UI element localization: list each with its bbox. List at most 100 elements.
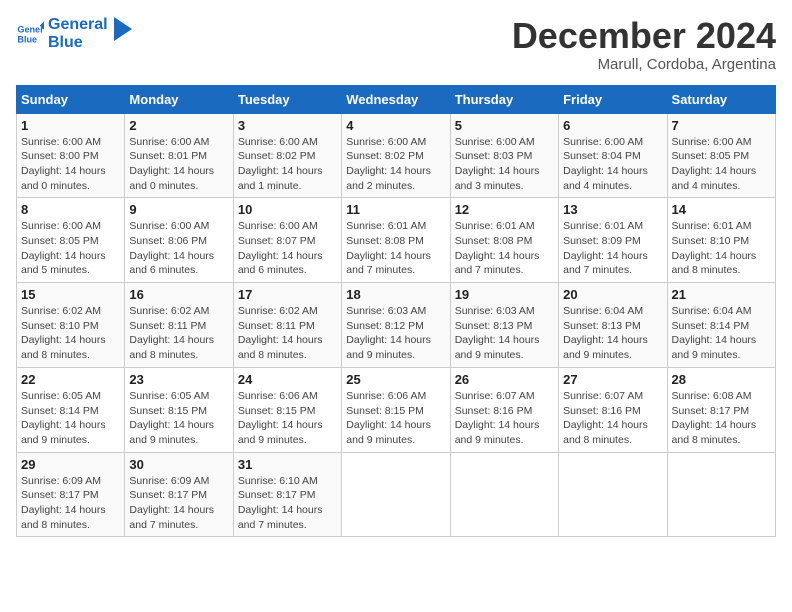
calendar-cell: 31 Sunrise: 6:10 AMSunset: 8:17 PMDayligh… [233,452,341,537]
day-info: Sunrise: 6:05 AMSunset: 8:15 PMDaylight:… [129,389,228,448]
day-number: 3 [238,118,337,133]
calendar-cell: 30 Sunrise: 6:09 AMSunset: 8:17 PMDayligh… [125,452,233,537]
calendar-cell: 26Sunrise: 6:07 AMSunset: 8:16 PMDayligh… [450,367,558,452]
day-info: Sunrise: 6:04 AMSunset: 8:14 PMDaylight:… [672,304,771,363]
day-number: 30 [129,457,228,472]
col-header-sunday: Sunday [17,85,125,113]
day-number: 2 [129,118,228,133]
day-number: 23 [129,372,228,387]
day-info: Sunrise: 6:08 AMSunset: 8:17 PMDaylight:… [672,389,771,448]
day-info: Sunrise: 6:01 AMSunset: 8:08 PMDaylight:… [346,219,445,278]
calendar-cell [667,452,775,537]
day-info: Sunrise: 6:09 AMSunset: 8:17 PMDaylight:… [21,474,120,533]
day-number: 16 [129,287,228,302]
day-info: Sunrise: 6:01 AMSunset: 8:08 PMDaylight:… [455,219,554,278]
day-number: 8 [21,202,120,217]
calendar-cell: 22 Sunrise: 6:05 AMSunset: 8:14 PMDayligh… [17,367,125,452]
day-number: 20 [563,287,662,302]
day-number: 12 [455,202,554,217]
day-info: Sunrise: 6:09 AMSunset: 8:17 PMDaylight:… [129,474,228,533]
col-header-wednesday: Wednesday [342,85,450,113]
calendar-cell: 5 Sunrise: 6:00 AMSunset: 8:03 PMDaylight… [450,113,558,198]
logo-text-1: General [48,16,108,34]
day-info: Sunrise: 6:00 AMSunset: 8:03 PMDaylight:… [455,135,554,194]
calendar-cell [342,452,450,537]
calendar-cell: 24 Sunrise: 6:06 AMSunset: 8:15 PMDayligh… [233,367,341,452]
logo-arrow-icon [114,17,132,41]
calendar-cell: 16Sunrise: 6:02 AMSunset: 8:11 PMDayligh… [125,283,233,368]
calendar-cell: 7 Sunrise: 6:00 AMSunset: 8:05 PMDaylight… [667,113,775,198]
day-number: 14 [672,202,771,217]
day-info: Sunrise: 6:04 AMSunset: 8:13 PMDaylight:… [563,304,662,363]
day-info: Sunrise: 6:02 AMSunset: 8:11 PMDaylight:… [238,304,337,363]
day-number: 10 [238,202,337,217]
col-header-saturday: Saturday [667,85,775,113]
day-info: Sunrise: 6:03 AMSunset: 8:12 PMDaylight:… [346,304,445,363]
calendar-cell: 29 Sunrise: 6:09 AMSunset: 8:17 PMDayligh… [17,452,125,537]
calendar-cell: 17Sunrise: 6:02 AMSunset: 8:11 PMDayligh… [233,283,341,368]
day-info: Sunrise: 6:00 AMSunset: 8:01 PMDaylight:… [129,135,228,194]
calendar-cell: 4 Sunrise: 6:00 AMSunset: 8:02 PMDaylight… [342,113,450,198]
day-number: 9 [129,202,228,217]
svg-text:Blue: Blue [17,34,37,44]
calendar-cell: 28 Sunrise: 6:08 AMSunset: 8:17 PMDayligh… [667,367,775,452]
calendar-cell [450,452,558,537]
col-header-monday: Monday [125,85,233,113]
day-info: Sunrise: 6:00 AMSunset: 8:00 PMDaylight:… [21,135,120,194]
calendar-cell: 18Sunrise: 6:03 AMSunset: 8:12 PMDayligh… [342,283,450,368]
calendar-cell: 20 Sunrise: 6:04 AMSunset: 8:13 PMDayligh… [559,283,667,368]
day-info: Sunrise: 6:06 AMSunset: 8:15 PMDaylight:… [346,389,445,448]
day-number: 27 [563,372,662,387]
calendar-cell: 2 Sunrise: 6:00 AMSunset: 8:01 PMDaylight… [125,113,233,198]
day-number: 7 [672,118,771,133]
calendar-cell: 14 Sunrise: 6:01 AMSunset: 8:10 PMDayligh… [667,198,775,283]
location-title: Marull, Cordoba, Argentina [512,56,776,73]
calendar-cell: 10Sunrise: 6:00 AMSunset: 8:07 PMDayligh… [233,198,341,283]
day-info: Sunrise: 6:00 AMSunset: 8:04 PMDaylight:… [563,135,662,194]
calendar-cell: 12 Sunrise: 6:01 AMSunset: 8:08 PMDayligh… [450,198,558,283]
calendar-cell: 21Sunrise: 6:04 AMSunset: 8:14 PMDayligh… [667,283,775,368]
calendar-cell: 27 Sunrise: 6:07 AMSunset: 8:16 PMDayligh… [559,367,667,452]
day-info: Sunrise: 6:07 AMSunset: 8:16 PMDaylight:… [563,389,662,448]
day-info: Sunrise: 6:00 AMSunset: 8:02 PMDaylight:… [346,135,445,194]
calendar-cell: 6 Sunrise: 6:00 AMSunset: 8:04 PMDaylight… [559,113,667,198]
title-area: December 2024 Marull, Cordoba, Argentina [512,16,776,73]
day-number: 11 [346,202,445,217]
day-number: 6 [563,118,662,133]
day-number: 28 [672,372,771,387]
calendar-cell: 13 Sunrise: 6:01 AMSunset: 8:09 PMDayligh… [559,198,667,283]
calendar-cell: 9 Sunrise: 6:00 AMSunset: 8:06 PMDaylight… [125,198,233,283]
svg-text:General: General [17,24,44,34]
logo-text-2: Blue [48,34,108,52]
day-number: 5 [455,118,554,133]
day-info: Sunrise: 6:00 AMSunset: 8:05 PMDaylight:… [21,219,120,278]
day-number: 24 [238,372,337,387]
col-header-friday: Friday [559,85,667,113]
calendar-cell: 15 Sunrise: 6:02 AMSunset: 8:10 PMDayligh… [17,283,125,368]
logo-icon: General Blue [16,20,44,48]
col-header-tuesday: Tuesday [233,85,341,113]
day-number: 31 [238,457,337,472]
day-info: Sunrise: 6:02 AMSunset: 8:10 PMDaylight:… [21,304,120,363]
day-number: 25 [346,372,445,387]
col-header-thursday: Thursday [450,85,558,113]
logo: General Blue General Blue [16,16,132,51]
day-number: 19 [455,287,554,302]
day-info: Sunrise: 6:00 AMSunset: 8:05 PMDaylight:… [672,135,771,194]
day-info: Sunrise: 6:10 AMSunset: 8:17 PMDaylight:… [238,474,337,533]
day-number: 1 [21,118,120,133]
day-info: Sunrise: 6:06 AMSunset: 8:15 PMDaylight:… [238,389,337,448]
calendar-cell: 23 Sunrise: 6:05 AMSunset: 8:15 PMDayligh… [125,367,233,452]
day-number: 15 [21,287,120,302]
day-number: 22 [21,372,120,387]
day-number: 4 [346,118,445,133]
calendar-cell: 3Sunrise: 6:00 AMSunset: 8:02 PMDaylight… [233,113,341,198]
calendar-table: SundayMondayTuesdayWednesdayThursdayFrid… [16,85,776,538]
day-info: Sunrise: 6:01 AMSunset: 8:10 PMDaylight:… [672,219,771,278]
day-number: 13 [563,202,662,217]
day-info: Sunrise: 6:00 AMSunset: 8:06 PMDaylight:… [129,219,228,278]
day-info: Sunrise: 6:07 AMSunset: 8:16 PMDaylight:… [455,389,554,448]
day-info: Sunrise: 6:05 AMSunset: 8:14 PMDaylight:… [21,389,120,448]
day-number: 29 [21,457,120,472]
day-info: Sunrise: 6:01 AMSunset: 8:09 PMDaylight:… [563,219,662,278]
